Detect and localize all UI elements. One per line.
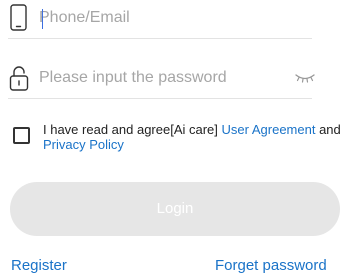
register-link[interactable]: Register [11, 257, 67, 275]
forgot-password-link[interactable]: Forget password [215, 257, 327, 275]
phone-icon [8, 1, 32, 35]
login-page: I have read and agree[Ai care] User Agre… [0, 0, 355, 276]
agreement-text: I have read and agree[Ai care] User Agre… [43, 122, 355, 152]
login-button[interactable]: Login [10, 182, 340, 236]
password-underline [8, 98, 312, 99]
account-field [8, 1, 312, 39]
password-field [8, 61, 315, 99]
account-input[interactable] [39, 5, 279, 31]
eye-closed-icon[interactable] [294, 71, 316, 85]
agreement-checkbox[interactable] [13, 127, 30, 144]
text-caret [42, 9, 43, 29]
agreement-prefix: I have read and agree[Ai care] [43, 122, 222, 137]
account-underline [8, 38, 312, 39]
lock-icon [8, 61, 32, 95]
password-input[interactable] [39, 65, 279, 91]
user-agreement-link[interactable]: User Agreement [222, 122, 316, 137]
agreement-connector: and [315, 122, 341, 137]
privacy-policy-link[interactable]: Privacy Policy [43, 137, 124, 152]
